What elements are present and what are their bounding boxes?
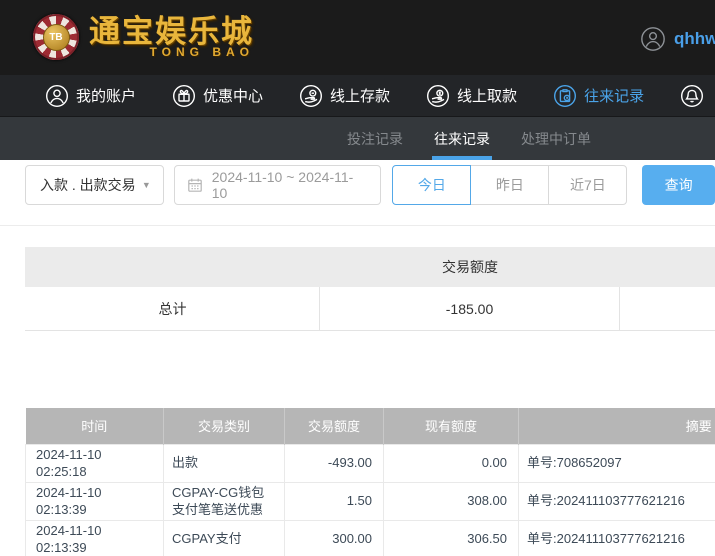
- user-account[interactable]: qhhwz: [640, 26, 715, 52]
- cell-type: CGPAY支付: [163, 519, 285, 556]
- brand-logo[interactable]: TB 通宝娱乐城 TONG BAO: [33, 14, 254, 60]
- nav-item-deposit[interactable]: 线上存款: [299, 84, 390, 108]
- date-range-input[interactable]: 2024-11-10 ~ 2024-11-10: [173, 165, 382, 205]
- chip-monogram: TB: [42, 23, 70, 51]
- nav-item-announcements[interactable]: [680, 84, 704, 108]
- summary-total-label: 总计: [25, 287, 320, 330]
- nav-label: 我的账户: [76, 88, 137, 105]
- user-avatar-icon: [641, 27, 665, 51]
- table-row: 2024-11-10 02:13:39 CGPAY-CG钱包支付笔笔送优惠 1.…: [25, 481, 715, 521]
- cell-time: 2024-11-10 02:13:39: [25, 519, 164, 556]
- nav-item-promotions[interactable]: 优惠中心: [172, 84, 263, 108]
- summary-total-value: -185.00: [320, 287, 620, 330]
- nav-item-my-account[interactable]: 我的账户: [45, 84, 136, 108]
- cell-memo: 单号:708652097: [518, 443, 715, 483]
- search-button[interactable]: 查询: [642, 165, 715, 205]
- summary-table: 交易额度 总计 -185.00: [25, 247, 715, 331]
- cell-amount: -493.00: [284, 443, 384, 483]
- filter-bar: 入款 . 出款交易 ▼ 2024-11-10 ~ 2024-11-10 今日 昨…: [25, 165, 715, 205]
- cell-type: 出款: [163, 443, 285, 483]
- top-header: TB 通宝娱乐城 TONG BAO qhhwz: [0, 0, 715, 75]
- col-header-amount: 交易额度: [284, 408, 384, 444]
- tab-transaction-records[interactable]: 往来记录: [432, 117, 492, 160]
- last-7-days-button[interactable]: 近7日: [548, 165, 628, 205]
- cell-time: 2024-11-10 02:13:39: [25, 481, 164, 521]
- date-range-value: 2024-11-10 ~ 2024-11-10: [211, 169, 354, 201]
- chevron-down-icon: ▼: [141, 180, 151, 190]
- nav-label: 线上取款: [457, 88, 518, 105]
- main-nav: 我的账户 优惠中心 线上存款 线上取款 往来记录: [0, 75, 715, 117]
- poker-chip-icon: TB: [33, 14, 79, 60]
- nav-item-withdraw[interactable]: 线上取款: [426, 84, 517, 108]
- summary-header-amount: 交易额度: [442, 259, 498, 275]
- tab-pending-orders[interactable]: 处理中订单: [519, 117, 593, 160]
- sub-nav: 投注记录 往来记录 处理中订单: [0, 117, 715, 160]
- col-header-time: 时间: [25, 408, 164, 444]
- withdraw-icon: [427, 84, 450, 107]
- user-icon: [45, 84, 69, 107]
- username[interactable]: qhhwz: [674, 29, 715, 49]
- cell-balance: 306.50: [383, 519, 519, 556]
- col-header-type: 交易类别: [163, 408, 285, 444]
- gift-icon: [173, 84, 196, 107]
- cell-memo: 单号:202411103777621216: [518, 481, 715, 521]
- transaction-type-select[interactable]: 入款 . 出款交易 ▼: [25, 165, 164, 205]
- cell-balance: 0.00: [383, 443, 519, 483]
- nav-label: 线上存款: [330, 88, 391, 105]
- col-header-balance: 现有额度: [383, 408, 519, 444]
- cell-amount: 1.50: [284, 481, 384, 521]
- nav-item-transaction-records[interactable]: 往来记录: [553, 84, 644, 108]
- bell-icon: [681, 84, 704, 107]
- deposit-icon: [300, 84, 323, 107]
- records-icon: [554, 84, 577, 107]
- brand-title: 通宝娱乐城: [89, 13, 254, 49]
- tab-betting-records[interactable]: 投注记录: [345, 117, 405, 160]
- col-header-memo: 摘要: [518, 408, 715, 444]
- logo-text: 通宝娱乐城 TONG BAO: [89, 16, 254, 59]
- table-header-row: 时间 交易类别 交易额度 现有额度 摘要: [25, 408, 715, 444]
- nav-label: 往来记录: [584, 88, 645, 105]
- cell-balance: 308.00: [383, 481, 519, 521]
- cell-memo: 单号:202411103777621216: [518, 519, 715, 556]
- summary-total-row: 总计 -185.00: [25, 287, 715, 331]
- summary-empty-cell: [620, 287, 715, 330]
- section-divider: [0, 225, 715, 226]
- cell-amount: 300.00: [284, 519, 384, 556]
- transaction-type-value: 入款 . 出款交易: [40, 177, 136, 193]
- cell-time: 2024-11-10 02:25:18: [25, 443, 164, 483]
- summary-header-row: 交易额度: [25, 247, 715, 287]
- transactions-table: 时间 交易类别 交易额度 现有额度 摘要 2024-11-10 02:25:18…: [25, 408, 715, 556]
- quick-date-group: 今日 昨日 近7日: [392, 165, 628, 205]
- nav-label: 优惠中心: [203, 88, 264, 105]
- table-row: 2024-11-10 02:13:39 CGPAY支付 300.00 306.5…: [25, 519, 715, 556]
- today-button[interactable]: 今日: [392, 165, 472, 205]
- table-row: 2024-11-10 02:25:18 出款 -493.00 0.00 单号:7…: [25, 443, 715, 483]
- calendar-icon: [187, 178, 202, 192]
- cell-type: CGPAY-CG钱包支付笔笔送优惠: [163, 481, 285, 521]
- yesterday-button[interactable]: 昨日: [470, 165, 550, 205]
